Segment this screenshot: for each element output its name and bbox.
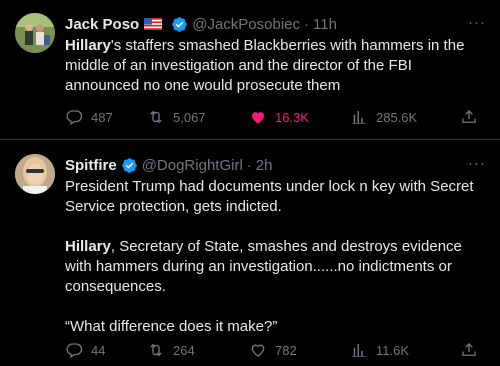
reply-icon [66, 343, 83, 358]
retweet-button[interactable]: 5,067 [147, 108, 206, 126]
views-button[interactable]: 11.6K [350, 341, 409, 359]
verified-badge-icon [121, 157, 137, 173]
avatar-image [15, 13, 55, 53]
like-count: 16.3K [275, 109, 309, 125]
user-handle[interactable]: @DogRightGirl [142, 157, 243, 174]
tweet-text: President Trump had documents under lock… [65, 177, 488, 337]
tweet-header: Jack Poso @JackPosobiec · 11h [65, 14, 490, 34]
heart-icon [251, 344, 265, 357]
retweet-icon [150, 110, 162, 124]
bold-name: Hillary [65, 37, 111, 54]
tweet-card[interactable]: Jack Poso @JackPosobiec · 11h ··· Hillar… [0, 0, 500, 140]
like-button[interactable]: 16.3K [249, 108, 309, 126]
avatar-image [15, 154, 55, 194]
reply-count: 487 [91, 109, 113, 125]
separator-dot: · [304, 15, 309, 33]
retweet-count: 264 [173, 342, 195, 358]
tweet-text: Hillary's staffers smashed Blackberries … [65, 36, 488, 96]
views-chart-icon [352, 111, 366, 124]
verified-badge-icon [172, 16, 187, 32]
tweet-text-rest: , Secretary of State, smashes and destro… [65, 238, 462, 295]
user-handle[interactable]: @JackPosobiec [192, 16, 300, 33]
heart-filled-icon [252, 112, 264, 124]
tweet-quote: “What difference does it make?” [65, 318, 278, 335]
tweet-header: Spitfire @DogRightGirl · 2h [65, 155, 490, 175]
retweet-count: 5,067 [173, 109, 206, 125]
avatar[interactable] [15, 13, 55, 53]
views-chart-icon [352, 344, 366, 357]
more-options-icon[interactable]: ··· [468, 155, 486, 172]
share-icon [462, 110, 476, 123]
tweet-text-rest: 's staffers smashed Blackberries with ha… [65, 37, 465, 94]
tweet-paragraph: President Trump had documents under lock… [65, 178, 474, 215]
views-count: 285.6K [376, 109, 418, 125]
reply-icon [66, 110, 83, 125]
like-button[interactable]: 782 [249, 341, 297, 359]
retweet-icon [150, 343, 162, 357]
reply-count: 44 [91, 342, 106, 358]
retweet-button[interactable]: 264 [147, 341, 195, 359]
tweet-card[interactable]: Spitfire @DogRightGirl · 2h ··· Presiden… [0, 141, 500, 366]
reply-button[interactable]: 44 [65, 341, 105, 359]
timestamp[interactable]: 2h [256, 157, 273, 174]
tweet-paragraph: Hillary, Secretary of State, smashes and… [65, 237, 488, 297]
more-options-icon[interactable]: ··· [468, 14, 486, 31]
display-name[interactable]: Jack Poso [65, 16, 139, 33]
us-flag-icon [144, 18, 163, 30]
display-name[interactable]: Spitfire [65, 157, 117, 174]
views-count: 11.6K [376, 342, 410, 358]
separator-dot: · [246, 156, 252, 174]
avatar[interactable] [15, 154, 55, 194]
share-icon [462, 343, 476, 356]
like-count: 782 [275, 342, 297, 358]
timestamp[interactable]: 11h [313, 16, 337, 33]
views-button[interactable]: 285.6K [350, 108, 417, 126]
action-bar: 487 5,067 16.3K 285.6K [65, 107, 486, 127]
share-button[interactable] [460, 108, 486, 126]
action-bar: 44 264 782 11.6K [65, 340, 486, 360]
share-button[interactable] [460, 341, 486, 359]
bold-name: Hillary [65, 238, 111, 255]
reply-button[interactable]: 487 [65, 108, 113, 126]
